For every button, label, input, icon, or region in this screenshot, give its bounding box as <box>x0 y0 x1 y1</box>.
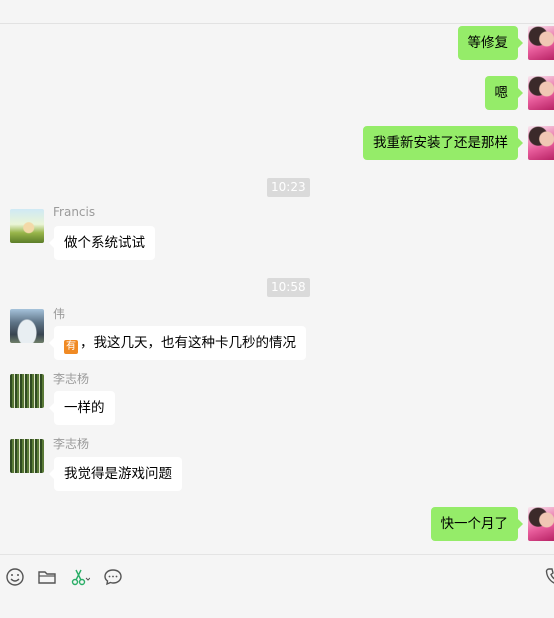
message-bubble[interactable]: 嗯 <box>484 76 523 110</box>
sender-name: Francis <box>53 205 96 219</box>
contact-avatar[interactable] <box>10 309 44 343</box>
contact-avatar[interactable] <box>10 439 44 473</box>
timestamp: 10:23 <box>267 178 310 197</box>
input-toolbar <box>0 554 554 618</box>
message-bubble[interactable]: 快一个月了 <box>430 507 523 541</box>
message-bubble[interactable]: 等修复 <box>457 26 523 60</box>
message-bubble[interactable]: 一样的 <box>49 391 115 425</box>
emoji-icon[interactable] <box>5 567 25 587</box>
sticker-emoji-icon: 有 <box>64 340 78 354</box>
phone-icon[interactable] <box>544 567 554 587</box>
my-avatar[interactable] <box>528 126 554 160</box>
message-bubble[interactable]: 做个系统试试 <box>49 226 155 260</box>
folder-icon[interactable] <box>37 567 57 587</box>
chat-area: 等修复 嗯 我重新安装了还是那样 10:23 Francis 做个系统试试 10… <box>0 0 554 554</box>
chat-header <box>0 0 554 24</box>
contact-avatar[interactable] <box>10 374 44 408</box>
message-text: ，我这几天，也有这种卡几秒的情况 <box>80 335 296 351</box>
message-bubble[interactable]: 我重新安装了还是那样 <box>363 126 523 160</box>
my-avatar[interactable] <box>528 76 554 110</box>
chat-history-icon[interactable] <box>103 567 123 587</box>
sender-name: 伟 <box>53 307 66 321</box>
my-avatar[interactable] <box>528 26 554 60</box>
scissors-icon[interactable] <box>70 567 90 587</box>
sender-name: 李志杨 <box>53 372 90 386</box>
sender-name: 李志杨 <box>53 437 90 451</box>
timestamp: 10:58 <box>267 278 310 297</box>
message-bubble[interactable]: 我觉得是游戏问题 <box>49 457 182 491</box>
message-bubble[interactable]: 有，我这几天，也有这种卡几秒的情况 <box>49 326 306 360</box>
contact-avatar[interactable] <box>10 209 44 243</box>
my-avatar[interactable] <box>528 507 554 541</box>
